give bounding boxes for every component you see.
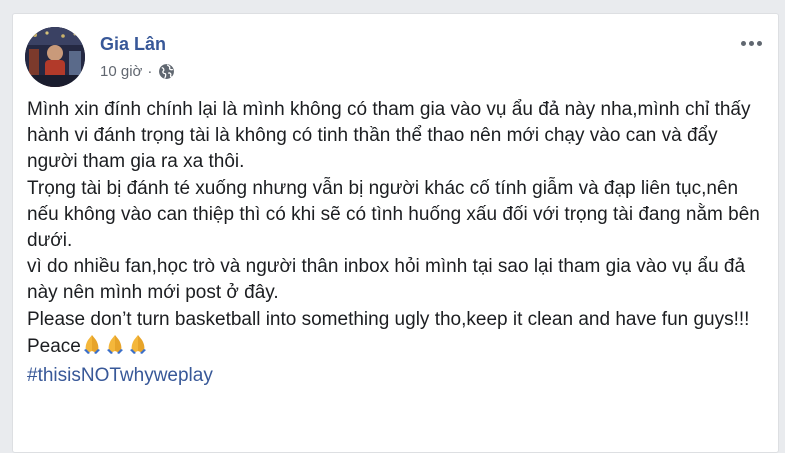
- meta-separator: ·: [147, 63, 153, 80]
- post-card: Gia Lân 10 giờ · Mình xin đính chính lại…: [12, 13, 779, 453]
- post-meta: 10 giờ ·: [100, 63, 175, 80]
- post-closing-line: Peace: [27, 333, 767, 363]
- post-paragraph: Please don’t turn basketball into someth…: [27, 308, 750, 330]
- post-paragraph: Trọng tài bị đánh té xuống nhưng vẫn bị …: [27, 177, 760, 252]
- dot: [740, 40, 746, 46]
- avatar[interactable]: [25, 27, 85, 87]
- hashtag-link[interactable]: #thisisNOTwhyweplay: [27, 365, 213, 386]
- folded-hands-icon: [104, 333, 126, 363]
- more-options-icon[interactable]: [736, 33, 766, 53]
- dot: [756, 40, 762, 46]
- post-paragraph: Mình xin đính chính lại là mình không có…: [27, 99, 751, 173]
- dot: [748, 40, 754, 46]
- post-body: Mình xin đính chính lại là mình không có…: [27, 97, 767, 389]
- folded-hands-icon: [81, 333, 103, 363]
- folded-hands-icon: [127, 333, 149, 363]
- globe-icon[interactable]: [158, 63, 175, 80]
- author-name[interactable]: Gia Lân: [100, 34, 166, 55]
- hashtag-line: #thisisNOTwhyweplay: [27, 363, 767, 389]
- avatar-image: [25, 27, 85, 87]
- closing-text: Peace: [27, 335, 81, 357]
- post-paragraph: vì do nhiều fan,học trò và người thân in…: [27, 256, 746, 304]
- post-timestamp[interactable]: 10 giờ: [100, 63, 142, 80]
